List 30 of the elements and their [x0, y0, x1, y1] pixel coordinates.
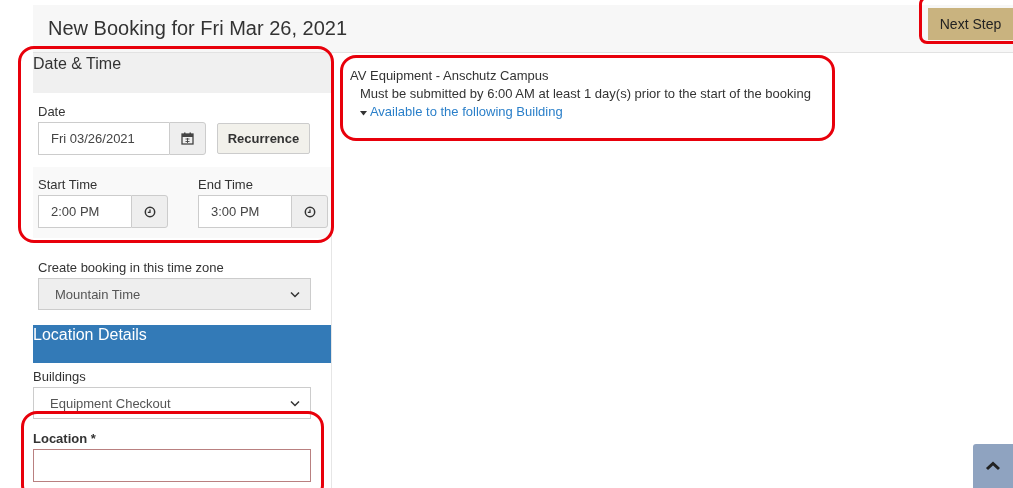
location-field[interactable] — [33, 449, 311, 482]
recurrence-button[interactable]: Recurrence — [217, 123, 310, 154]
resource-title: AV Equipment - Anschutz Campus — [350, 67, 550, 85]
clock-button[interactable] — [291, 195, 328, 228]
booking-rule: Must be submitted by 6:00 AM at least 1 day(s) prior to the start of the booking — [359, 85, 811, 103]
field-label: Location * — [33, 431, 97, 446]
clock-icon — [303, 205, 316, 218]
calendar-icon — [181, 132, 194, 145]
timezone-select[interactable]: Mountain Time — [38, 278, 311, 310]
buildings-link[interactable]: Available to the following Building — [350, 103, 811, 121]
chevron-down-icon — [290, 399, 300, 407]
clock-button[interactable] — [131, 195, 168, 228]
scroll-top-button[interactable] — [973, 444, 1013, 488]
section-heading: Date & Time — [33, 55, 122, 72]
field-label: Date — [38, 104, 67, 119]
field-label: End Time — [198, 177, 254, 192]
chevron-up-icon — [985, 461, 1001, 471]
next-step-button[interactable]: Next Step — [928, 8, 1013, 40]
calendar-button[interactable] — [169, 122, 206, 155]
section-heading: Location Details — [33, 326, 147, 343]
field-label: Start Time — [38, 177, 99, 192]
end-time-field[interactable]: 3:00 PM — [198, 195, 291, 228]
chevron-down-icon — [290, 290, 300, 298]
clock-icon — [143, 205, 156, 218]
caret-icon — [360, 111, 367, 116]
start-time-field[interactable]: 2:00 PM — [38, 195, 131, 228]
date-field[interactable]: Fri 03/26/2021 — [38, 122, 169, 155]
page-title: New Booking for Fri Mar 26, 2021 — [48, 17, 348, 40]
field-label: Create booking in this time zone — [38, 260, 225, 275]
field-label: Buildings — [33, 369, 87, 384]
